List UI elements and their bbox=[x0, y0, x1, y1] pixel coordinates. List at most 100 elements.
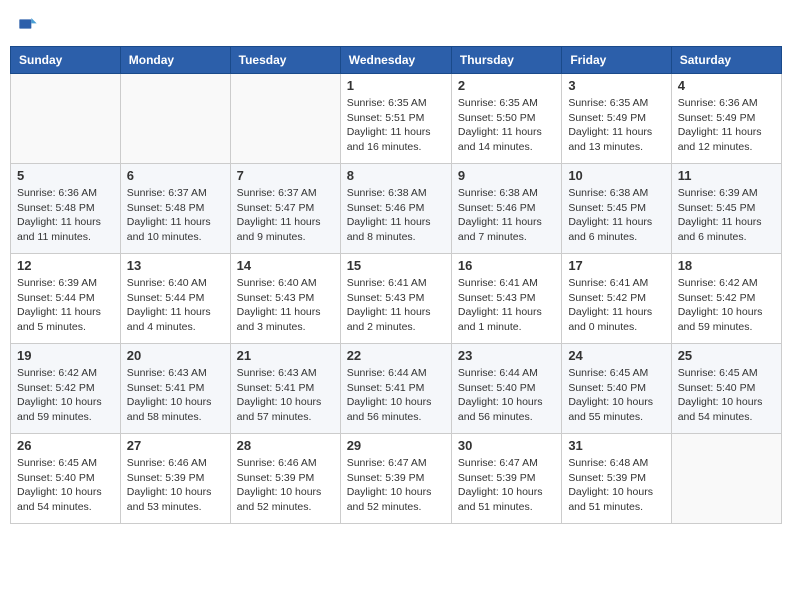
calendar-cell: 5 Sunrise: 6:36 AM Sunset: 5:48 PM Daylig… bbox=[11, 164, 121, 254]
calendar-cell: 9Sunrise: 6:38 AM Sunset: 5:46 PM Daylig… bbox=[451, 164, 561, 254]
day-number: 16 bbox=[458, 258, 555, 273]
day-info: Sunrise: 6:35 AM Sunset: 5:49 PM Dayligh… bbox=[568, 96, 664, 155]
logo-icon bbox=[18, 14, 38, 34]
calendar-cell: 29Sunrise: 6:47 AM Sunset: 5:39 PM Dayli… bbox=[340, 434, 451, 524]
column-header-tuesday: Tuesday bbox=[230, 47, 340, 74]
day-number: 11 bbox=[678, 168, 775, 183]
column-header-saturday: Saturday bbox=[671, 47, 781, 74]
day-info: Sunrise: 6:36 AM Sunset: 5:49 PM Dayligh… bbox=[678, 96, 775, 155]
day-info: Sunrise: 6:40 AM Sunset: 5:43 PM Dayligh… bbox=[237, 276, 334, 335]
day-number: 15 bbox=[347, 258, 445, 273]
calendar-cell: 27Sunrise: 6:46 AM Sunset: 5:39 PM Dayli… bbox=[120, 434, 230, 524]
day-info: Sunrise: 6:37 AM Sunset: 5:47 PM Dayligh… bbox=[237, 186, 334, 245]
day-info: Sunrise: 6:48 AM Sunset: 5:39 PM Dayligh… bbox=[568, 456, 664, 515]
day-info: Sunrise: 6:38 AM Sunset: 5:45 PM Dayligh… bbox=[568, 186, 664, 245]
column-header-monday: Monday bbox=[120, 47, 230, 74]
day-info: Sunrise: 6:44 AM Sunset: 5:41 PM Dayligh… bbox=[347, 366, 445, 425]
day-info: Sunrise: 6:45 AM Sunset: 5:40 PM Dayligh… bbox=[17, 456, 114, 515]
day-number: 13 bbox=[127, 258, 224, 273]
day-info: Sunrise: 6:41 AM Sunset: 5:42 PM Dayligh… bbox=[568, 276, 664, 335]
day-number: 31 bbox=[568, 438, 664, 453]
day-info: Sunrise: 6:41 AM Sunset: 5:43 PM Dayligh… bbox=[458, 276, 555, 335]
day-number: 20 bbox=[127, 348, 224, 363]
calendar-cell: 8 Sunrise: 6:38 AM Sunset: 5:46 PM Daylig… bbox=[340, 164, 451, 254]
day-number: 4 bbox=[678, 78, 775, 93]
header bbox=[10, 10, 782, 38]
day-number: 22 bbox=[347, 348, 445, 363]
day-number: 10 bbox=[568, 168, 664, 183]
calendar-cell bbox=[230, 74, 340, 164]
column-header-wednesday: Wednesday bbox=[340, 47, 451, 74]
day-number: 19 bbox=[17, 348, 114, 363]
calendar-cell: 15 Sunrise: 6:41 AM Sunset: 5:43 PM Dayli… bbox=[340, 254, 451, 344]
week-row-3: 12 Sunrise: 6:39 AM Sunset: 5:44 PM Dayli… bbox=[11, 254, 782, 344]
day-info: Sunrise: 6:47 AM Sunset: 5:39 PM Dayligh… bbox=[458, 456, 555, 515]
week-row-4: 19Sunrise: 6:42 AM Sunset: 5:42 PM Dayli… bbox=[11, 344, 782, 434]
day-info: Sunrise: 6:45 AM Sunset: 5:40 PM Dayligh… bbox=[568, 366, 664, 425]
day-number: 24 bbox=[568, 348, 664, 363]
day-info: Sunrise: 6:43 AM Sunset: 5:41 PM Dayligh… bbox=[237, 366, 334, 425]
logo bbox=[18, 14, 42, 34]
day-info: Sunrise: 6:36 AM Sunset: 5:48 PM Dayligh… bbox=[17, 186, 114, 245]
calendar-cell: 25 Sunrise: 6:45 AM Sunset: 5:40 PM Dayli… bbox=[671, 344, 781, 434]
day-info: Sunrise: 6:43 AM Sunset: 5:41 PM Dayligh… bbox=[127, 366, 224, 425]
calendar-cell: 2Sunrise: 6:35 AM Sunset: 5:50 PM Daylig… bbox=[451, 74, 561, 164]
calendar-cell: 16 Sunrise: 6:41 AM Sunset: 5:43 PM Dayli… bbox=[451, 254, 561, 344]
calendar-cell: 19Sunrise: 6:42 AM Sunset: 5:42 PM Dayli… bbox=[11, 344, 121, 434]
day-number: 1 bbox=[347, 78, 445, 93]
day-number: 26 bbox=[17, 438, 114, 453]
day-number: 2 bbox=[458, 78, 555, 93]
calendar-cell: 18 Sunrise: 6:42 AM Sunset: 5:42 PM Dayli… bbox=[671, 254, 781, 344]
day-info: Sunrise: 6:45 AM Sunset: 5:40 PM Dayligh… bbox=[678, 366, 775, 425]
calendar-cell: 17 Sunrise: 6:41 AM Sunset: 5:42 PM Dayli… bbox=[562, 254, 671, 344]
day-number: 8 bbox=[347, 168, 445, 183]
calendar-cell: 13 Sunrise: 6:40 AM Sunset: 5:44 PM Dayli… bbox=[120, 254, 230, 344]
calendar-cell: 31 Sunrise: 6:48 AM Sunset: 5:39 PM Dayli… bbox=[562, 434, 671, 524]
day-number: 17 bbox=[568, 258, 664, 273]
day-number: 9 bbox=[458, 168, 555, 183]
day-info: Sunrise: 6:44 AM Sunset: 5:40 PM Dayligh… bbox=[458, 366, 555, 425]
day-number: 12 bbox=[17, 258, 114, 273]
day-number: 30 bbox=[458, 438, 555, 453]
day-number: 28 bbox=[237, 438, 334, 453]
calendar-cell: 22 Sunrise: 6:44 AM Sunset: 5:41 PM Dayli… bbox=[340, 344, 451, 434]
day-number: 6 bbox=[127, 168, 224, 183]
day-info: Sunrise: 6:42 AM Sunset: 5:42 PM Dayligh… bbox=[678, 276, 775, 335]
day-number: 5 bbox=[17, 168, 114, 183]
calendar-cell: 4 Sunrise: 6:36 AM Sunset: 5:49 PM Daylig… bbox=[671, 74, 781, 164]
day-info: Sunrise: 6:35 AM Sunset: 5:51 PM Dayligh… bbox=[347, 96, 445, 155]
calendar-cell: 23 Sunrise: 6:44 AM Sunset: 5:40 PM Dayli… bbox=[451, 344, 561, 434]
day-info: Sunrise: 6:39 AM Sunset: 5:44 PM Dayligh… bbox=[17, 276, 114, 335]
day-info: Sunrise: 6:41 AM Sunset: 5:43 PM Dayligh… bbox=[347, 276, 445, 335]
calendar-cell: 30 Sunrise: 6:47 AM Sunset: 5:39 PM Dayli… bbox=[451, 434, 561, 524]
header-row: SundayMondayTuesdayWednesdayThursdayFrid… bbox=[11, 47, 782, 74]
day-info: Sunrise: 6:39 AM Sunset: 5:45 PM Dayligh… bbox=[678, 186, 775, 245]
calendar-cell bbox=[11, 74, 121, 164]
day-number: 25 bbox=[678, 348, 775, 363]
calendar-cell: 3Sunrise: 6:35 AM Sunset: 5:49 PM Daylig… bbox=[562, 74, 671, 164]
day-info: Sunrise: 6:46 AM Sunset: 5:39 PM Dayligh… bbox=[237, 456, 334, 515]
week-row-1: 1 Sunrise: 6:35 AM Sunset: 5:51 PM Daylig… bbox=[11, 74, 782, 164]
calendar-cell bbox=[120, 74, 230, 164]
column-header-thursday: Thursday bbox=[451, 47, 561, 74]
day-number: 21 bbox=[237, 348, 334, 363]
calendar-cell bbox=[671, 434, 781, 524]
calendar-table: SundayMondayTuesdayWednesdayThursdayFrid… bbox=[10, 46, 782, 524]
calendar-cell: 7 Sunrise: 6:37 AM Sunset: 5:47 PM Daylig… bbox=[230, 164, 340, 254]
calendar-cell: 20 Sunrise: 6:43 AM Sunset: 5:41 PM Dayli… bbox=[120, 344, 230, 434]
column-header-sunday: Sunday bbox=[11, 47, 121, 74]
week-row-2: 5 Sunrise: 6:36 AM Sunset: 5:48 PM Daylig… bbox=[11, 164, 782, 254]
calendar-cell: 24 Sunrise: 6:45 AM Sunset: 5:40 PM Dayli… bbox=[562, 344, 671, 434]
day-number: 14 bbox=[237, 258, 334, 273]
day-number: 23 bbox=[458, 348, 555, 363]
calendar-cell: 14 Sunrise: 6:40 AM Sunset: 5:43 PM Dayli… bbox=[230, 254, 340, 344]
day-number: 18 bbox=[678, 258, 775, 273]
day-info: Sunrise: 6:38 AM Sunset: 5:46 PM Dayligh… bbox=[347, 186, 445, 245]
week-row-5: 26 Sunrise: 6:45 AM Sunset: 5:40 PM Dayli… bbox=[11, 434, 782, 524]
day-info: Sunrise: 6:37 AM Sunset: 5:48 PM Dayligh… bbox=[127, 186, 224, 245]
calendar-cell: 12 Sunrise: 6:39 AM Sunset: 5:44 PM Dayli… bbox=[11, 254, 121, 344]
day-info: Sunrise: 6:47 AM Sunset: 5:39 PM Dayligh… bbox=[347, 456, 445, 515]
day-info: Sunrise: 6:40 AM Sunset: 5:44 PM Dayligh… bbox=[127, 276, 224, 335]
calendar-cell: 6 Sunrise: 6:37 AM Sunset: 5:48 PM Daylig… bbox=[120, 164, 230, 254]
day-number: 7 bbox=[237, 168, 334, 183]
